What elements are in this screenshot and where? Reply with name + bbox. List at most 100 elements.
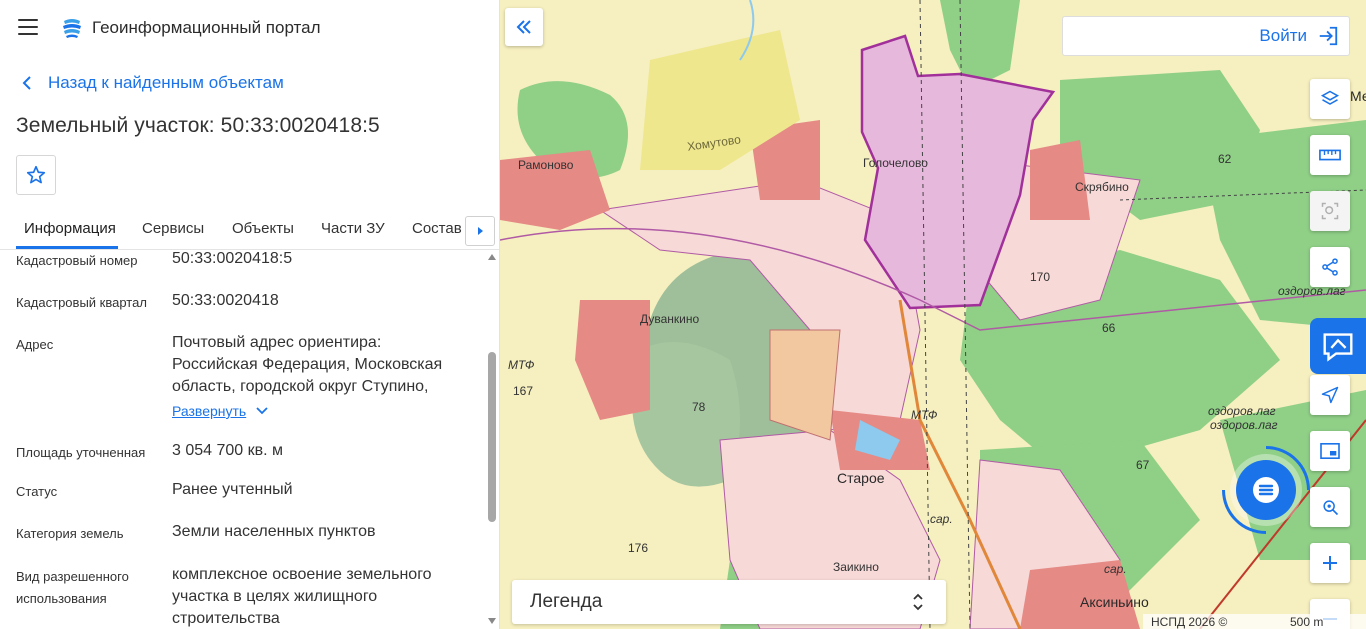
map-place-label: Ме [1350,88,1366,104]
info-label: Площадь уточненная [16,445,146,460]
measure-button[interactable] [1310,135,1350,175]
info-label: Кадастровый квартал [16,295,147,310]
map-place-label: Скрябино [1075,180,1129,194]
map-elevation-label: 67 [1136,458,1150,472]
picture-in-picture-icon [1320,442,1340,460]
map-place-label: Рамоново [518,158,574,172]
login-button[interactable]: Войти [1062,16,1350,56]
legend-panel[interactable]: Легенда [512,580,946,624]
search-location-icon [1323,500,1339,516]
info-label: Кадастровый номер [16,253,138,268]
gosuslugi-badge[interactable] [1310,318,1366,374]
info-value: Ранее учтенный [172,481,293,498]
tabs-scroll-right-button[interactable] [465,216,495,246]
plus-icon [1323,556,1337,570]
top-bar: Геоинформационный портал [0,0,499,56]
share-button[interactable] [1310,247,1350,287]
expand-collapse-icon [913,593,923,611]
expand-label: Развернуть [172,403,247,419]
caret-right-icon [478,227,483,235]
app-title: Геоинформационный портал [92,18,321,37]
info-value: 50:33:0020418 [172,292,279,309]
map-elevation-label: 170 [1030,270,1051,284]
map-canvas[interactable] [500,0,1366,629]
value-line: комплексное освоение земельного [172,566,432,583]
info-value: Земли населенных пунктов [172,523,376,540]
info-label: Вид разрешенного использования [16,566,161,610]
map-place-label: сар. [1104,562,1127,576]
tab-objects[interactable]: Объекты [232,220,294,237]
map-elevation-label: 62 [1218,152,1232,166]
address-line: область, городской округ Ступино, [172,378,429,395]
map-place-label: оздоров.лаг [1208,404,1276,418]
attribution-text: НСПД 2026 © [1151,614,1228,629]
navigation-arrow-icon [1321,386,1339,404]
login-label: Войти [1259,26,1307,45]
share-icon [1322,258,1338,276]
map-search-button[interactable] [1310,487,1350,527]
info-label: Адрес [16,337,54,352]
scroll-down-arrow-icon[interactable] [488,618,496,624]
info-label: Категория земель [16,526,124,541]
map-place-label: Аксиньино [1080,594,1149,610]
favorite-button[interactable] [16,155,56,195]
map-place-label: Заикино [833,560,879,574]
object-info-panel: Геоинформационный портал Назад к найденн… [0,0,500,629]
layers-button[interactable] [1310,79,1350,119]
chat-assistant-button[interactable] [1236,460,1296,520]
map-place-label: Дуванкино [640,312,700,326]
tab-information[interactable]: Информация [24,220,116,237]
label-line: использования [16,591,107,606]
info-value: 50:33:0020418:5 [172,250,293,267]
map-place-label: МТФ [508,358,535,372]
ruler-icon [1319,149,1341,161]
back-link-label: Назад к найденным объектам [48,73,284,92]
tab-composition[interactable]: Состав [412,220,462,237]
hamburger-menu-icon[interactable] [18,19,38,35]
address-line: Почтовый адрес ориентира: [172,334,382,351]
expand-address-link[interactable]: Развернуть [172,400,268,422]
area-search-button[interactable] [1310,191,1350,231]
map-elevation-label: 167 [513,384,534,398]
chevron-left-icon [22,76,31,90]
scroll-thumb[interactable] [488,352,496,522]
map-place-label: сар. [930,512,953,526]
map-view[interactable]: Голочелово Скрябино Старое Заикино Аксин… [500,0,1366,629]
label-line: Вид разрешенного [16,569,129,584]
area-select-icon [1321,202,1339,220]
chat-bubble-icon [1253,477,1279,503]
address-line: Российская Федерация, Московская [172,356,443,373]
portal-logo-icon [63,19,81,38]
info-value: комплексное освоение земельного участка … [172,564,472,629]
chevron-down-icon [256,407,268,415]
info-label: Статус [16,484,58,499]
value-line: строительства [172,610,280,627]
info-scrollbar[interactable] [486,250,498,629]
object-title: Земельный участок: 50:33:0020418:5 [16,114,380,137]
back-to-results-link[interactable]: Назад к найденным объектам [20,73,284,93]
layers-icon [1320,90,1340,105]
map-elevation-label: 78 [692,400,706,414]
login-icon [1319,26,1338,46]
tab-parcel-parts[interactable]: Части ЗУ [321,220,385,237]
active-tab-indicator [16,246,118,249]
object-tabs: Информация Сервисы Объекты Части ЗУ Сост… [0,208,499,250]
double-chevron-left-icon [516,20,531,34]
info-value: Почтовый адрес ориентира: Российская Фед… [172,332,472,423]
map-elevation-label: 66 [1102,321,1116,335]
map-place-label: Старое [837,470,885,486]
map-place-label: МТФ [911,408,938,422]
collapse-panel-button[interactable] [505,8,543,46]
scroll-up-arrow-icon[interactable] [488,254,496,260]
minimap-button[interactable] [1310,431,1350,471]
map-elevation-label: 176 [628,541,649,555]
geolocation-button[interactable] [1310,375,1350,415]
map-attribution: НСПД 2026 © 500 m [1143,614,1366,629]
legend-label: Легенда [530,591,603,612]
feedback-chat-icon [1323,333,1353,362]
zoom-in-button[interactable] [1310,543,1350,583]
map-place-label: оздоров.лаг [1210,418,1278,432]
value-line: участка в целях жилищного [172,588,378,605]
info-value: 3 054 700 кв. м [172,442,284,459]
tab-services[interactable]: Сервисы [142,220,204,237]
